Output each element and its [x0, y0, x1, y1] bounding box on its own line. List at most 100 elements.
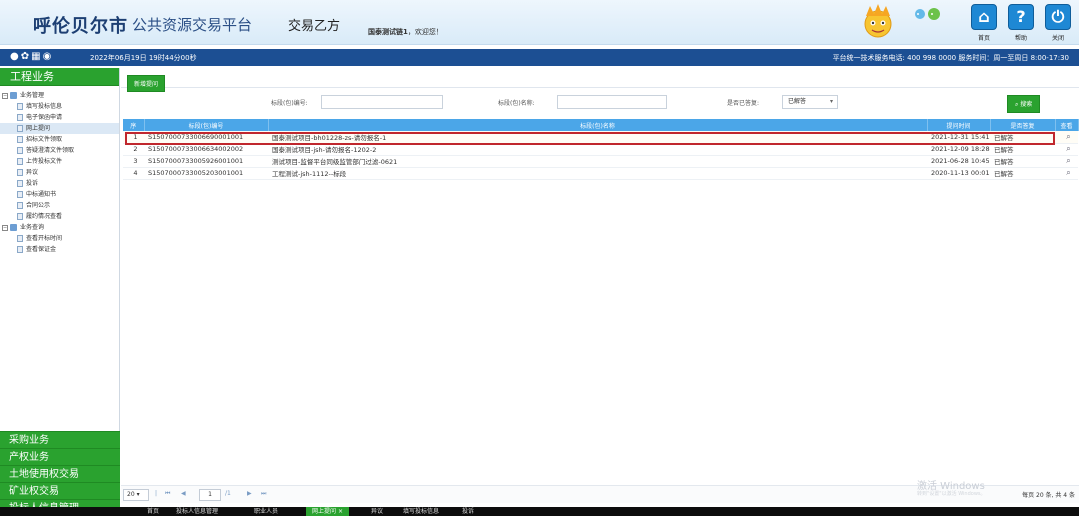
tree-item-label: 网上提问 [26, 125, 51, 132]
add-question-button[interactable]: 新增提问 [127, 75, 166, 92]
tab-bidder-info[interactable]: 投标人信息管理 [176, 507, 218, 516]
tab-objection[interactable]: 异议 [371, 507, 383, 516]
tree-item-guarantee-apply[interactable]: 电子保函申请 [0, 112, 119, 123]
tree-item-objection[interactable]: 异议 [0, 167, 119, 178]
row-code: S1507000733006634002002 [144, 143, 268, 156]
tree-item-label: 查看开标时间 [26, 235, 63, 242]
nav-property-rights[interactable]: 产权业务 [0, 448, 120, 465]
view-button[interactable]: ⌕ [1055, 155, 1078, 168]
view-button[interactable]: ⌕ [1055, 143, 1078, 156]
settings-icon[interactable]: ✿ [21, 51, 31, 62]
search-label: 搜索 [1020, 101, 1033, 108]
col-index: 序 [123, 119, 145, 131]
tree-item-fill-bid-info[interactable]: 填写投标信息 [0, 101, 119, 112]
nav-land-use[interactable]: 土地使用权交易 [0, 465, 120, 482]
tree-item-upload-bid[interactable]: 上传投标文件 [0, 156, 119, 167]
tree-item-label: 异议 [26, 169, 39, 176]
tab-online-question[interactable]: 网上提问 × [306, 507, 349, 516]
answered-select[interactable]: 已解答 ▾ [782, 95, 838, 109]
power-icon: ⏻ [1045, 4, 1071, 30]
row-time: 2021-12-31 15:41 [927, 131, 990, 144]
tree-item-label: 查看保证金 [26, 246, 57, 253]
page-size-select[interactable]: 20 ▾ [123, 489, 149, 501]
tree-item-label: 上传投标文件 [26, 158, 63, 165]
left-sidebar: 工程业务 − 业务管理 填写投标信息 电子保函申请 网上提问 招标文件领取 答疑澄… [0, 68, 120, 516]
table-header: 序 标段(包)编号 标段(包)名称 提问时间 是否答复 查看 [123, 119, 1079, 131]
tree-item-opening-time[interactable]: 查看开标时间 [0, 233, 119, 244]
search-button[interactable]: ⌕ 搜索 [1007, 95, 1041, 113]
answered-select-value: 已解答 [788, 98, 807, 105]
table-row[interactable]: 4 S1507000733005203001001 工程测试-jsh-1112-… [123, 167, 1078, 180]
table-row[interactable]: 3 S1507000733005926001001 测试项目-监督平台同级监管部… [123, 155, 1078, 168]
pagination-info: 每页 20 条, 共 4 条 [1022, 492, 1075, 499]
close-button[interactable]: ⏻ 关闭 [1045, 4, 1071, 42]
code-filter-label: 标段(包)编号: [271, 100, 308, 107]
collapse-icon[interactable]: − [2, 92, 8, 99]
home-button[interactable]: ⌂ 首页 [971, 4, 997, 42]
document-icon [17, 147, 23, 154]
row-index: 2 [123, 143, 144, 156]
answered-filter-label: 是否已答复: [727, 100, 760, 107]
col-view: 查看 [1055, 119, 1079, 131]
tree-item-performance[interactable]: 履约情况查看 [0, 211, 119, 222]
tree-group-business-query[interactable]: − 业务查询 [0, 222, 119, 233]
col-code[interactable]: 标段(包)编号 [144, 119, 269, 131]
home-label: 首页 [977, 35, 990, 42]
table-row[interactable]: 2 S1507000733006634002002 国泰测试项目-jsh-请勿报… [123, 143, 1078, 156]
info-bar: ●✿▦◉ 2022年06月19日 19时44分00秒 平台统一技术服务电话: 4… [0, 49, 1079, 66]
col-name[interactable]: 标段(包)名称 [268, 119, 928, 131]
search-icon: ⌕ [1066, 168, 1071, 177]
tab-complaint[interactable]: 投诉 [462, 507, 474, 516]
tree-item-tender-download[interactable]: 招标文件领取 [0, 134, 119, 145]
nav-procurement[interactable]: 采购业务 [0, 431, 120, 448]
nav-engineering-business[interactable]: 工程业务 [0, 68, 119, 86]
row-status: 已解答 [990, 143, 1055, 156]
tree-item-online-question[interactable]: 网上提问 [0, 123, 119, 134]
nav-tree: − 业务管理 填写投标信息 电子保函申请 网上提问 招标文件领取 答疑澄清文件领取… [0, 86, 119, 255]
tree-group-business-management[interactable]: − 业务管理 [0, 90, 119, 101]
document-icon [17, 136, 23, 143]
divider: | [155, 490, 158, 497]
tree-item-contract-notice[interactable]: 合同公示 [0, 200, 119, 211]
col-status[interactable]: 是否答复 [990, 119, 1056, 131]
page-number-input[interactable]: 1 [199, 489, 221, 501]
close-label: 关闭 [1051, 35, 1064, 42]
search-icon: ⌕ [1066, 131, 1071, 141]
help-icon: ? [1008, 4, 1034, 30]
service-info: 平台统一技术服务电话: 400 998 0000 服务时间：周一至周日 8:00… [832, 54, 1069, 62]
collapse-icon[interactable]: − [2, 224, 8, 231]
document-icon [17, 235, 23, 242]
close-icon[interactable]: × [338, 508, 343, 515]
code-filter-input[interactable] [321, 95, 443, 109]
chat-icon[interactable]: ● [10, 51, 21, 62]
help-button[interactable]: ? 帮助 [1008, 4, 1034, 42]
document-icon [17, 213, 23, 220]
view-button[interactable]: ⌕ [1055, 131, 1078, 144]
row-name: 测试项目-监督平台同级监管部门过滤-0621 [268, 155, 927, 168]
col-time[interactable]: 提问时间 [927, 119, 991, 131]
prev-page-icon[interactable]: ◀ [181, 490, 186, 497]
globe-icon[interactable]: ◉ [43, 51, 54, 62]
nav-sections: 采购业务 产权业务 土地使用权交易 矿业权交易 投标人信息管理 [0, 431, 120, 516]
tree-item-label: 招标文件领取 [26, 136, 63, 143]
tree-group-label: 业务管理 [20, 92, 45, 99]
last-page-icon[interactable]: ⏭ [261, 490, 266, 498]
tab-home[interactable]: 首页 [147, 507, 159, 516]
tree-item-complaint[interactable]: 投诉 [0, 178, 119, 189]
welcome-text: 国泰测试链1，欢迎您！ [368, 27, 443, 37]
tree-item-clarification-download[interactable]: 答疑澄清文件领取 [0, 145, 119, 156]
tree-item-deposit[interactable]: 查看保证金 [0, 244, 119, 255]
first-page-icon[interactable]: ⏮ [165, 490, 170, 498]
tab-professionals[interactable]: 职业人员 [254, 507, 278, 516]
table-row[interactable]: 1 S1507000733006690001001 国泰测试项目-bh01228… [123, 131, 1078, 144]
tab-fill-bid-info[interactable]: 填写投标信息 [403, 507, 439, 516]
tree-item-award-notice[interactable]: 中标通知书 [0, 189, 119, 200]
next-page-icon[interactable]: ▶ [247, 490, 252, 497]
name-filter-input[interactable] [557, 95, 667, 109]
nav-mining-rights[interactable]: 矿业权交易 [0, 482, 120, 499]
document-icon [17, 191, 23, 198]
row-status: 已解答 [990, 167, 1055, 180]
tree-item-label: 履约情况查看 [26, 213, 63, 220]
view-button[interactable]: ⌕ [1055, 167, 1078, 180]
grid-icon[interactable]: ▦ [31, 51, 42, 62]
